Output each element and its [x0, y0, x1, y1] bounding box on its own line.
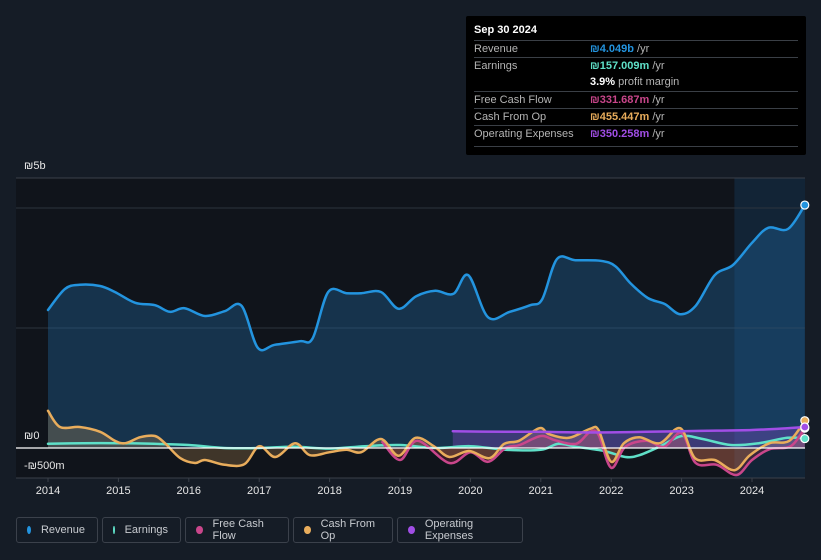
tooltip-value: 3.9% profit margin: [590, 76, 680, 88]
tooltip-value: ₪157.009m /yr: [590, 60, 665, 72]
legend-dot-icon: [113, 526, 115, 534]
legend-label: Earnings: [124, 524, 168, 536]
x-tick-label: 2020: [458, 485, 483, 497]
legend-label: Operating Expenses: [424, 518, 474, 542]
tooltip-row-earnings: Earnings ₪157.009m /yr: [474, 57, 798, 75]
x-tick-label: 2017: [246, 485, 272, 497]
y-tick-label-neg: -₪500m: [24, 460, 65, 472]
legend-dot-icon: [27, 526, 31, 534]
legend-item-cash-from-op[interactable]: Cash From Op: [293, 517, 393, 543]
x-tick-label: 2015: [106, 485, 131, 497]
legend-item-revenue[interactable]: Revenue: [16, 517, 98, 543]
tooltip-label: Earnings: [474, 60, 518, 72]
x-tick-label: 2014: [35, 485, 61, 497]
tooltip-value: ₪350.258m /yr: [590, 128, 665, 140]
revenue-endpoint: [800, 200, 810, 210]
tooltip-row-revenue: Revenue ₪4.049b /yr: [474, 40, 798, 58]
legend-item-earnings[interactable]: Earnings: [102, 517, 181, 543]
tooltip-divider: [474, 146, 798, 147]
legend-label: Cash From Op: [320, 518, 375, 542]
tooltip-value: ₪455.447m /yr: [590, 111, 665, 123]
tooltip-row-profit-margin: 3.9% profit margin: [474, 74, 798, 91]
tooltip-date: Sep 30 2024: [474, 24, 537, 36]
tooltip-label: Cash From Op: [474, 111, 547, 123]
x-tick-label: 2023: [669, 485, 694, 497]
tooltip-row-opex: Operating Expenses ₪350.258m /yr: [474, 125, 798, 143]
tooltip-value: ₪4.049b /yr: [590, 43, 650, 55]
legend-dot-icon: [408, 526, 415, 534]
legend-label: Revenue: [40, 524, 85, 536]
x-tick-label: 2021: [528, 485, 554, 497]
legend-item-operating-expenses[interactable]: Operating Expenses: [397, 517, 523, 543]
y-tick-label-zero: ₪0: [24, 430, 40, 442]
legend: Revenue Earnings Free Cash Flow Cash Fro…: [16, 517, 523, 543]
tooltip-row-cfo: Cash From Op ₪455.447m /yr: [474, 108, 798, 126]
tooltip-label: Operating Expenses: [474, 128, 574, 140]
earnings-endpoint: [800, 433, 810, 444]
x-tick-label: 2024: [739, 485, 765, 497]
y-tick-label-top: ₪5b: [24, 160, 46, 172]
tooltip-value: ₪331.687m /yr: [590, 94, 665, 106]
legend-dot-icon: [196, 526, 203, 534]
legend-dot-icon: [304, 526, 311, 534]
tooltip: Sep 30 2024 Revenue ₪4.049b /yr Earnings…: [466, 16, 806, 155]
tooltip-label: Free Cash Flow: [474, 94, 552, 106]
x-tick-label: 2018: [317, 485, 342, 497]
tooltip-row-fcf: Free Cash Flow ₪331.687m /yr: [474, 91, 798, 109]
tooltip-label: Revenue: [474, 43, 519, 55]
legend-label: Free Cash Flow: [212, 518, 264, 542]
legend-item-free-cash-flow[interactable]: Free Cash Flow: [185, 517, 289, 543]
operating-expenses-endpoint: [800, 422, 810, 432]
x-tick-label: 2016: [176, 485, 202, 497]
x-tick-label: 2019: [387, 485, 413, 497]
x-tick-label: 2022: [598, 485, 624, 497]
